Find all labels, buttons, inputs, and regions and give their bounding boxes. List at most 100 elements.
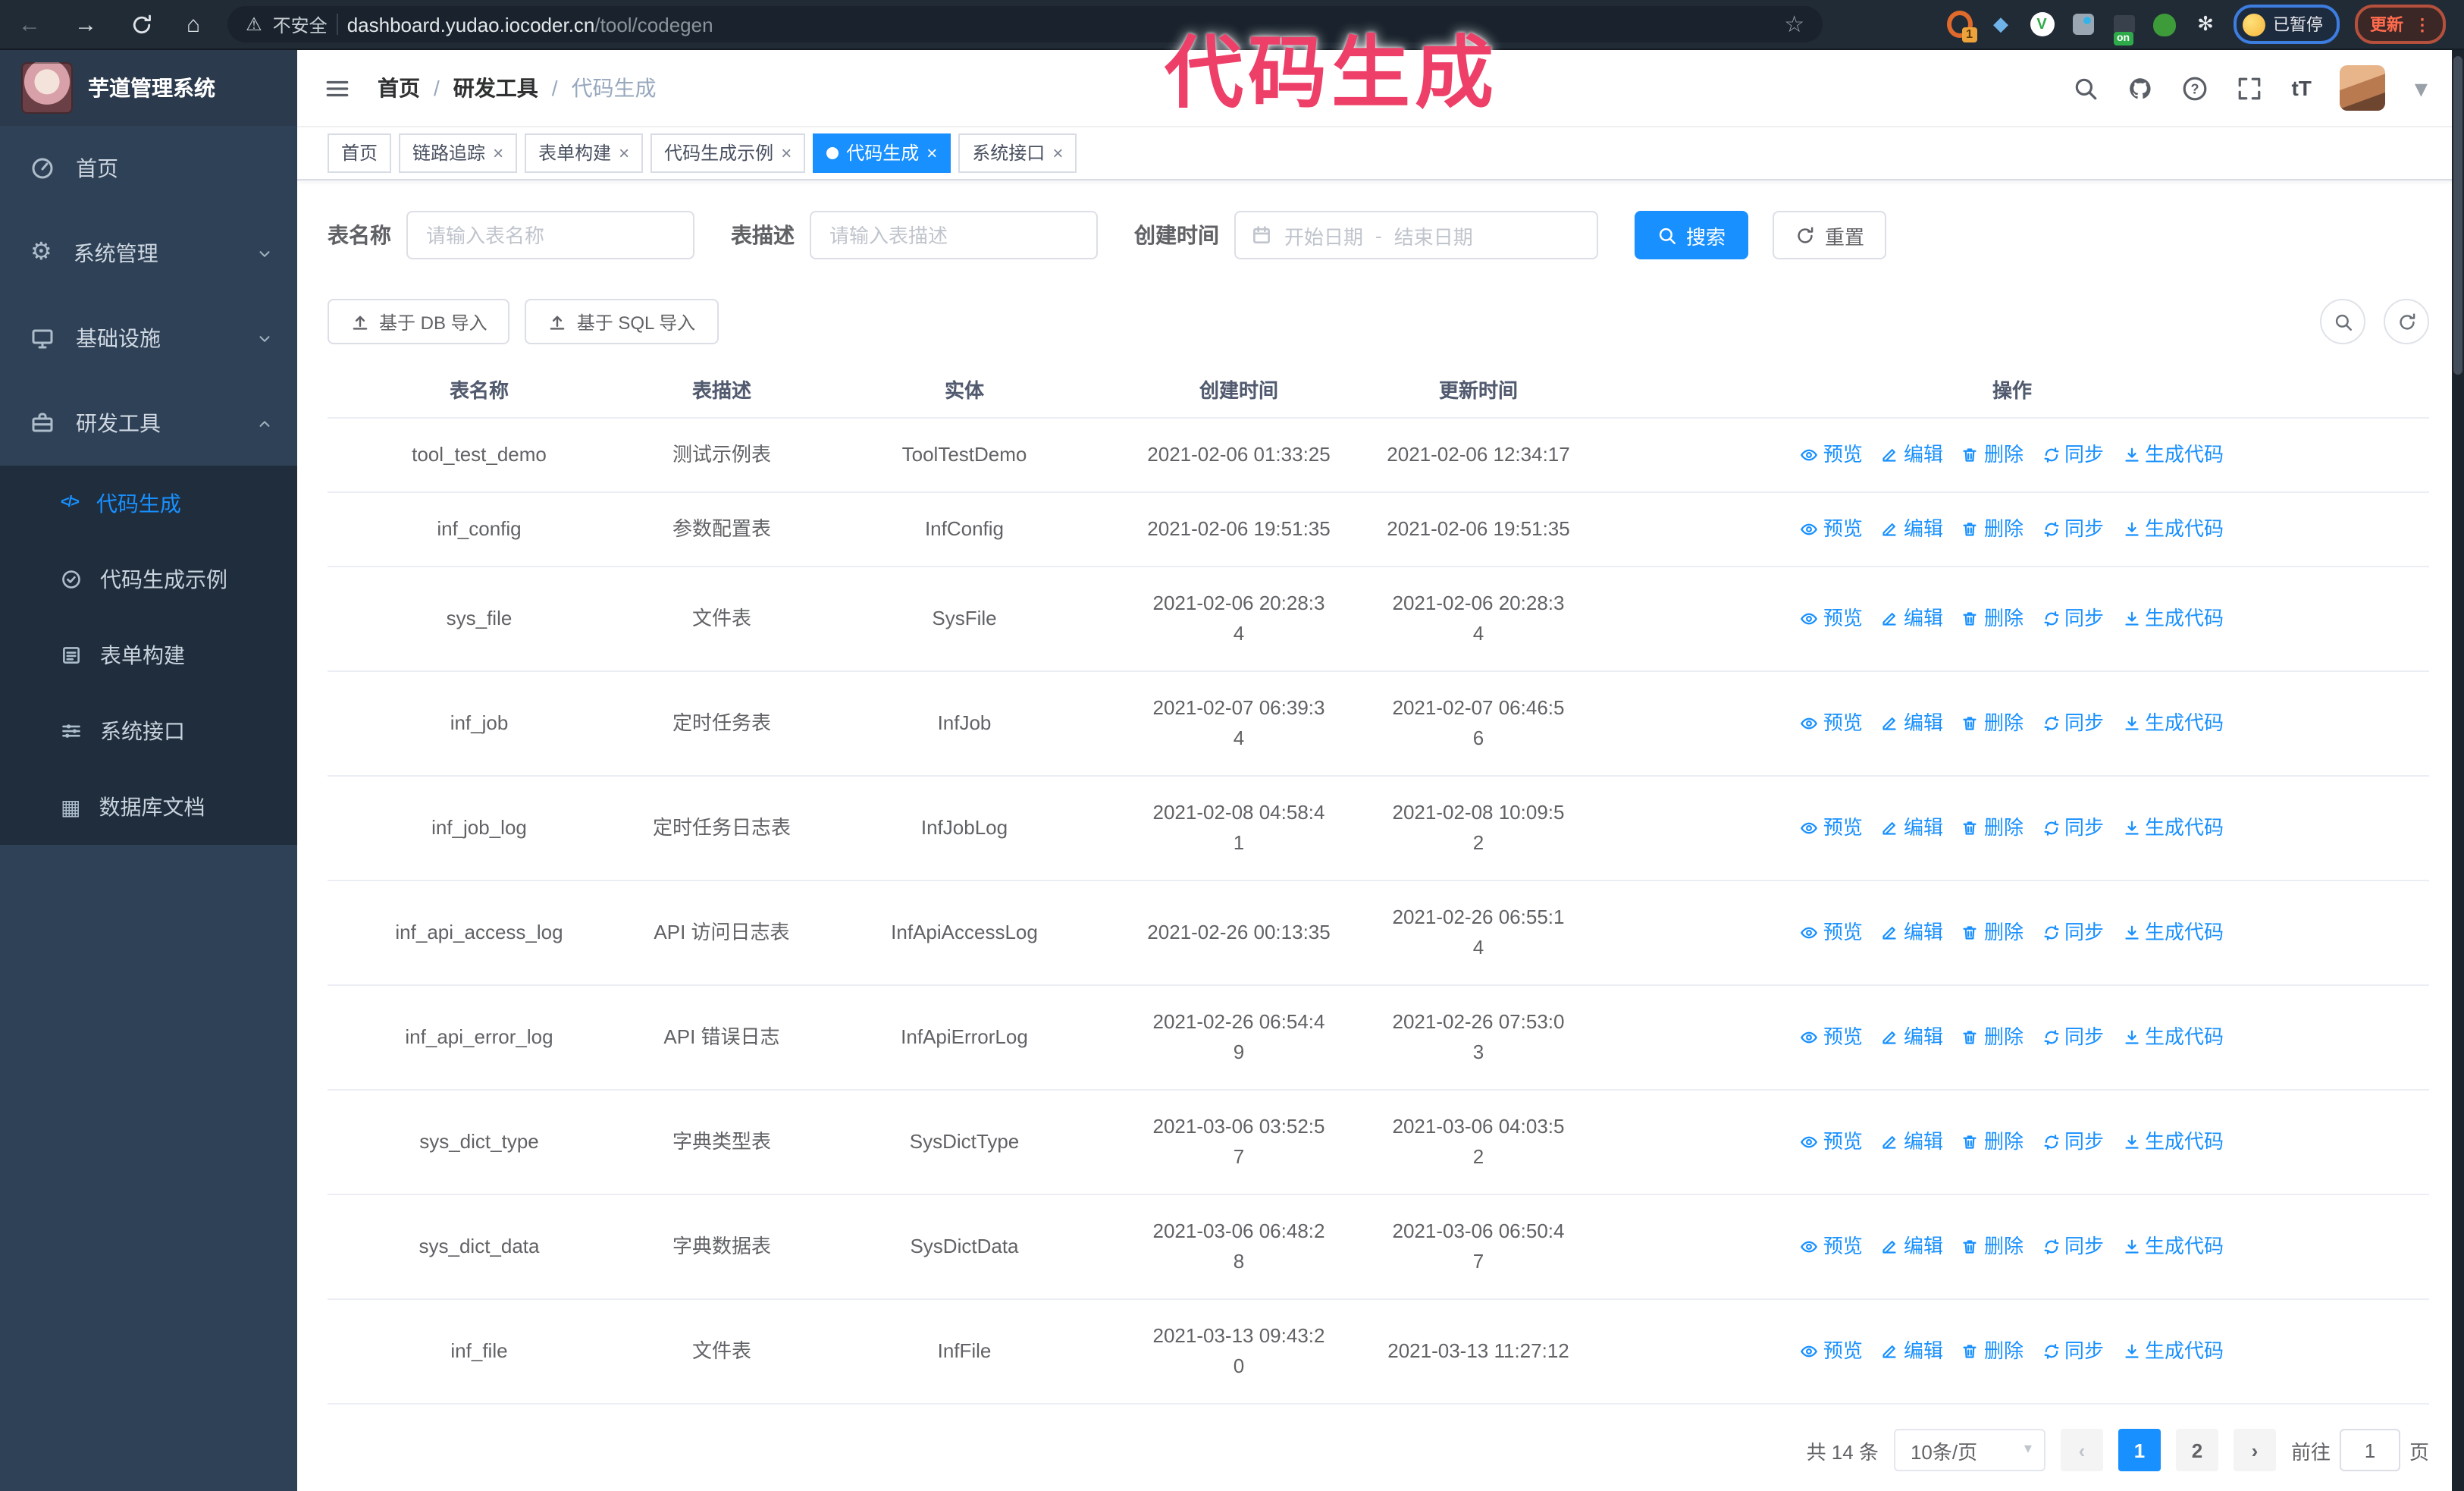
- action-edit[interactable]: 编辑: [1881, 918, 1943, 948]
- tab-form-build[interactable]: 表单构建 ×: [525, 133, 644, 173]
- extension-icon-gray[interactable]: [2070, 11, 2096, 37]
- action-sync[interactable]: 同步: [2042, 604, 2104, 634]
- action-edit[interactable]: 编辑: [1881, 1127, 1943, 1157]
- browser-menu-icon[interactable]: ⋮: [2414, 14, 2431, 34]
- action-generate[interactable]: 生成代码: [2122, 440, 2224, 470]
- help-icon[interactable]: ?: [2182, 75, 2208, 101]
- tab-close-icon[interactable]: ×: [781, 135, 792, 171]
- action-generate[interactable]: 生成代码: [2122, 918, 2224, 948]
- action-delete[interactable]: 删除: [1961, 514, 2024, 545]
- sidebar-logo[interactable]: 芋道管理系统: [0, 50, 297, 126]
- action-delete[interactable]: 删除: [1961, 813, 2024, 843]
- action-generate[interactable]: 生成代码: [2122, 813, 2224, 843]
- action-sync[interactable]: 同步: [2042, 813, 2104, 843]
- tab-home[interactable]: 首页: [328, 133, 392, 173]
- sidebar-item-system[interactable]: ⚙ 系统管理: [0, 211, 297, 296]
- sidebar-item-codegen-example[interactable]: 代码生成示例: [0, 541, 297, 617]
- action-edit[interactable]: 编辑: [1881, 440, 1943, 470]
- action-edit[interactable]: 编辑: [1881, 813, 1943, 843]
- action-generate[interactable]: 生成代码: [2122, 604, 2224, 634]
- scrollbar-thumb[interactable]: [2453, 56, 2462, 375]
- sidebar-item-form-build[interactable]: 表单构建: [0, 617, 297, 693]
- action-delete[interactable]: 删除: [1961, 1336, 2024, 1367]
- profile-paused-badge[interactable]: 已暂停: [2234, 5, 2340, 44]
- bookmark-star-icon[interactable]: ☆: [1784, 13, 1804, 36]
- search-icon[interactable]: [2073, 75, 2099, 101]
- page-size-select[interactable]: 10条/页 ▾: [1893, 1429, 2045, 1471]
- action-generate[interactable]: 生成代码: [2122, 708, 2224, 739]
- action-edit[interactable]: 编辑: [1881, 604, 1943, 634]
- reset-button[interactable]: 重置: [1773, 211, 1887, 259]
- action-sync[interactable]: 同步: [2042, 514, 2104, 545]
- forward-icon[interactable]: →: [74, 13, 97, 36]
- action-sync[interactable]: 同步: [2042, 1127, 2104, 1157]
- action-delete[interactable]: 删除: [1961, 440, 2024, 470]
- action-preview[interactable]: 预览: [1801, 1022, 1863, 1053]
- tab-codegen-example[interactable]: 代码生成示例 ×: [650, 133, 806, 173]
- import-db-button[interactable]: 基于 DB 导入: [328, 299, 510, 344]
- extension-icon-vpn[interactable]: V: [2029, 11, 2055, 37]
- action-preview[interactable]: 预览: [1801, 1127, 1863, 1157]
- address-bar[interactable]: ⚠ 不安全 dashboard.yudao.iocoder.cn/tool/co…: [227, 6, 1823, 42]
- extension-icon-orange[interactable]: 1: [1947, 11, 1977, 42]
- action-preview[interactable]: 预览: [1801, 1232, 1863, 1262]
- action-edit[interactable]: 编辑: [1881, 1022, 1943, 1053]
- tab-close-icon[interactable]: ×: [926, 135, 937, 171]
- table-desc-input[interactable]: [810, 211, 1098, 259]
- page-button-2[interactable]: 2: [2175, 1429, 2218, 1471]
- action-delete[interactable]: 删除: [1961, 1232, 2024, 1262]
- sidebar-item-codegen[interactable]: </> 代码生成: [0, 466, 297, 541]
- page-button-1[interactable]: 1: [2118, 1429, 2161, 1471]
- action-preview[interactable]: 预览: [1801, 440, 1863, 470]
- action-sync[interactable]: 同步: [2042, 1022, 2104, 1053]
- font-size-icon[interactable]: tT: [2291, 76, 2311, 100]
- extension-icon-switch[interactable]: on: [2111, 11, 2136, 45]
- search-button[interactable]: 搜索: [1635, 211, 1749, 259]
- tab-close-icon[interactable]: ×: [619, 135, 629, 171]
- action-preview[interactable]: 预览: [1801, 1336, 1863, 1367]
- sidebar-item-infra[interactable]: 基础设施: [0, 296, 297, 381]
- action-delete[interactable]: 删除: [1961, 1022, 2024, 1053]
- action-edit[interactable]: 编辑: [1881, 708, 1943, 739]
- table-name-input[interactable]: [406, 211, 694, 259]
- sidebar-item-devtools[interactable]: 研发工具: [0, 381, 297, 466]
- breadcrumb-home[interactable]: 首页: [378, 73, 420, 103]
- action-edit[interactable]: 编辑: [1881, 1336, 1943, 1367]
- back-icon[interactable]: ←: [18, 13, 41, 36]
- sidebar-item-system-api[interactable]: 系统接口: [0, 693, 297, 769]
- action-delete[interactable]: 删除: [1961, 1127, 2024, 1157]
- action-preview[interactable]: 预览: [1801, 604, 1863, 634]
- sidebar-item-home[interactable]: 首页: [0, 126, 297, 211]
- fullscreen-icon[interactable]: [2237, 75, 2262, 101]
- goto-page-input[interactable]: [2339, 1429, 2400, 1471]
- user-avatar[interactable]: [2340, 65, 2386, 111]
- action-generate[interactable]: 生成代码: [2122, 1336, 2224, 1367]
- import-sql-button[interactable]: 基于 SQL 导入: [525, 299, 719, 344]
- hamburger-icon[interactable]: [324, 75, 350, 101]
- action-delete[interactable]: 删除: [1961, 918, 2024, 948]
- window-scrollbar[interactable]: [2452, 50, 2464, 1491]
- prev-page-button[interactable]: ‹: [2060, 1429, 2103, 1471]
- breadcrumb-devtools[interactable]: 研发工具: [453, 73, 538, 103]
- action-edit[interactable]: 编辑: [1881, 1232, 1943, 1262]
- tab-close-icon[interactable]: ×: [493, 135, 503, 171]
- action-delete[interactable]: 删除: [1961, 708, 2024, 739]
- sidebar-item-db-doc[interactable]: ▦ 数据库文档: [0, 769, 297, 845]
- action-edit[interactable]: 编辑: [1881, 514, 1943, 545]
- action-sync[interactable]: 同步: [2042, 440, 2104, 470]
- extensions-puzzle-icon[interactable]: ✻: [2193, 11, 2218, 37]
- extension-icon-gem[interactable]: ◆: [1988, 11, 2014, 37]
- github-icon[interactable]: [2127, 75, 2153, 101]
- action-preview[interactable]: 预览: [1801, 514, 1863, 545]
- tab-trace[interactable]: 链路追踪 ×: [399, 133, 518, 173]
- action-sync[interactable]: 同步: [2042, 708, 2104, 739]
- toggle-search-button[interactable]: [2320, 299, 2365, 344]
- action-generate[interactable]: 生成代码: [2122, 514, 2224, 545]
- chevron-down-icon[interactable]: ▾: [2415, 75, 2428, 101]
- next-page-button[interactable]: ›: [2233, 1429, 2276, 1471]
- action-generate[interactable]: 生成代码: [2122, 1022, 2224, 1053]
- action-generate[interactable]: 生成代码: [2122, 1127, 2224, 1157]
- date-range-picker[interactable]: 开始日期 - 结束日期: [1234, 211, 1598, 259]
- tab-system-api[interactable]: 系统接口 ×: [958, 133, 1077, 173]
- action-delete[interactable]: 删除: [1961, 604, 2024, 634]
